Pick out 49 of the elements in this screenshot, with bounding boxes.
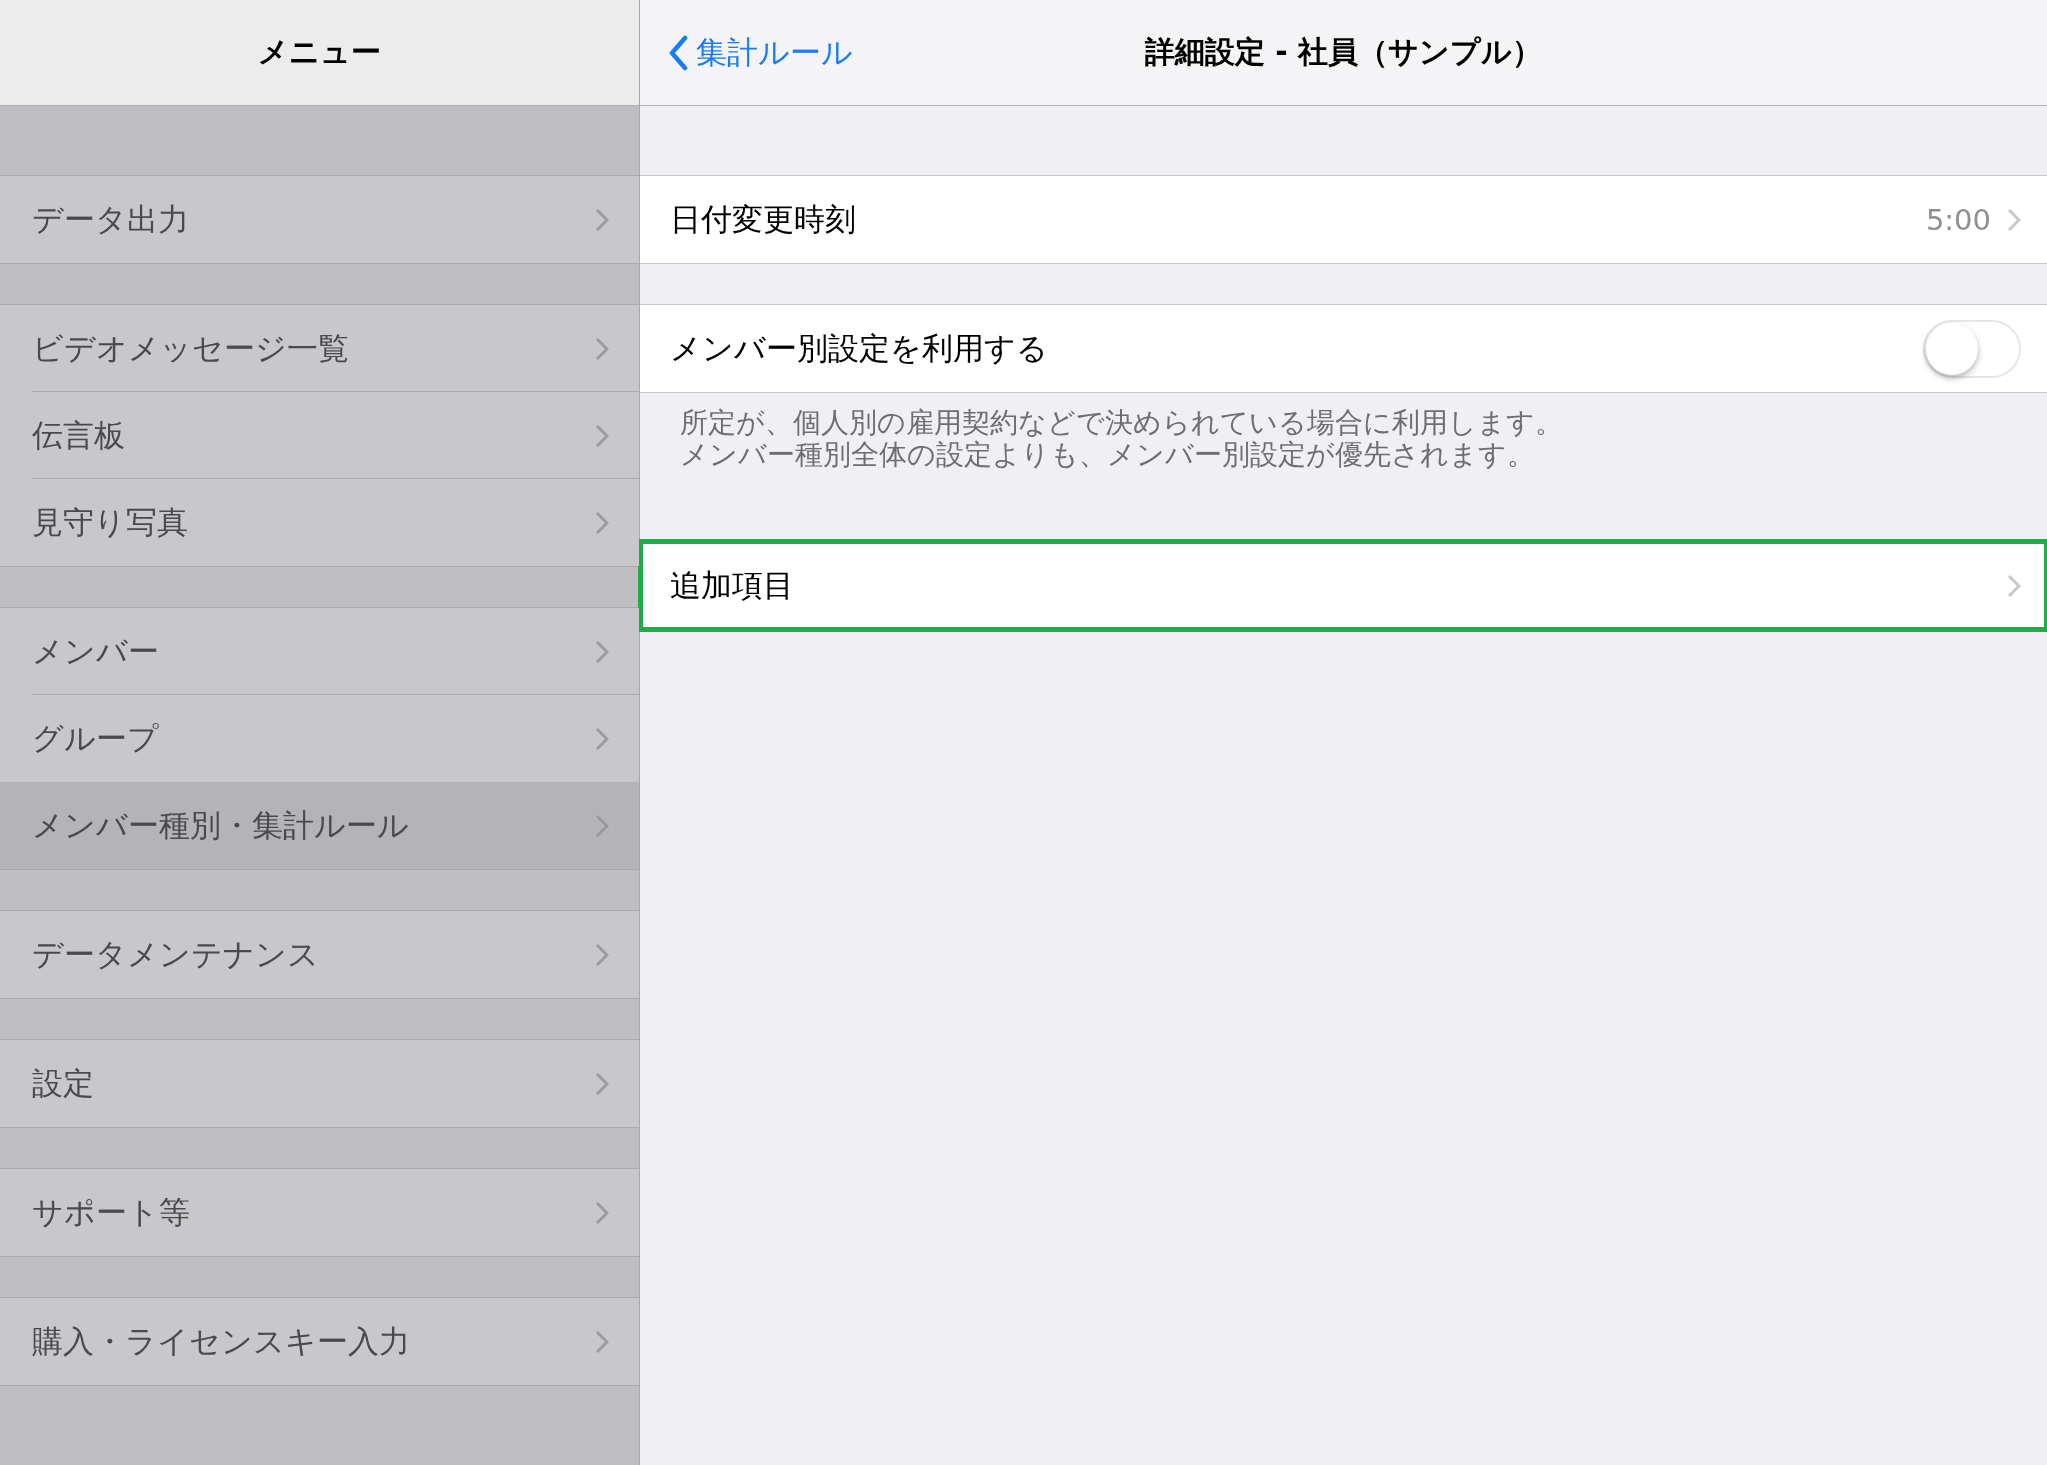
chevron-right-icon — [595, 942, 609, 967]
menu-item-label: 見守り写真 — [32, 502, 188, 542]
settings-row[interactable]: メンバー別設定を利用する — [640, 304, 2047, 393]
menu-item[interactable]: ビデオメッセージ一覧 — [0, 305, 639, 392]
menu-item-label: データ出力 — [32, 199, 189, 239]
menu-item-label: 設定 — [32, 1063, 94, 1103]
menu-item[interactable]: 見守り写真 — [0, 479, 639, 566]
chevron-right-icon — [595, 1200, 609, 1225]
menu-item[interactable]: グループ — [0, 695, 639, 782]
menu-item-label: サポート等 — [32, 1192, 190, 1232]
menu-item-label: ビデオメッセージ一覧 — [32, 328, 349, 368]
menu-item-label: メンバー種別・集計ルール — [32, 805, 409, 845]
row-label: メンバー別設定を利用する — [670, 328, 1048, 368]
menu-item-label: グループ — [32, 718, 159, 758]
settings-row[interactable]: 日付変更時刻 5:00 — [640, 175, 2047, 264]
back-link[interactable]: 集計ルール — [668, 0, 853, 105]
menu-item[interactable]: 購入・ライセンスキー入力 — [0, 1298, 639, 1385]
chevron-right-icon — [595, 813, 609, 838]
menu-item-label: メンバー — [32, 631, 159, 671]
chevron-right-icon — [2007, 207, 2021, 232]
menu-item[interactable]: メンバー種別・集計ルール — [0, 782, 639, 869]
menu-item[interactable]: データ出力 — [0, 176, 639, 263]
menu-item-label: 購入・ライセンスキー入力 — [32, 1321, 410, 1361]
settings-row[interactable]: 追加項目 — [640, 541, 2047, 630]
chevron-right-icon — [595, 423, 609, 448]
footer-note: 所定が、個人別の雇用契約などで決められている場合に利用します。 — [680, 407, 1564, 439]
detail-title: 詳細設定 - 社員（サンプル） — [1144, 33, 1543, 71]
menu-item[interactable]: 伝言板 — [0, 392, 639, 479]
toggle-switch[interactable] — [1923, 319, 2021, 378]
chevron-right-icon — [2007, 573, 2021, 598]
chevron-right-icon — [595, 726, 609, 751]
chevron-right-icon — [595, 639, 609, 664]
row-value: 5:00 — [1925, 202, 1991, 237]
chevron-right-icon — [595, 207, 609, 232]
menu-item-label: 伝言板 — [32, 415, 125, 455]
row-label: 追加項目 — [670, 565, 794, 605]
chevron-right-icon — [595, 336, 609, 361]
back-chevron-icon — [668, 34, 688, 71]
chevron-right-icon — [595, 510, 609, 535]
chevron-right-icon — [595, 1071, 609, 1096]
footer-note: メンバー種別全体の設定よりも、メンバー別設定が優先されます。 — [680, 439, 1536, 471]
menu-item[interactable]: 設定 — [0, 1040, 639, 1127]
menu-item[interactable]: データメンテナンス — [0, 911, 639, 998]
menu-item[interactable]: メンバー — [0, 608, 639, 695]
row-label: 日付変更時刻 — [670, 199, 856, 239]
chevron-right-icon — [595, 1329, 609, 1354]
menu-item-label: データメンテナンス — [32, 934, 319, 974]
sidebar-title: メニュー — [258, 33, 381, 71]
menu-item[interactable]: サポート等 — [0, 1169, 639, 1256]
